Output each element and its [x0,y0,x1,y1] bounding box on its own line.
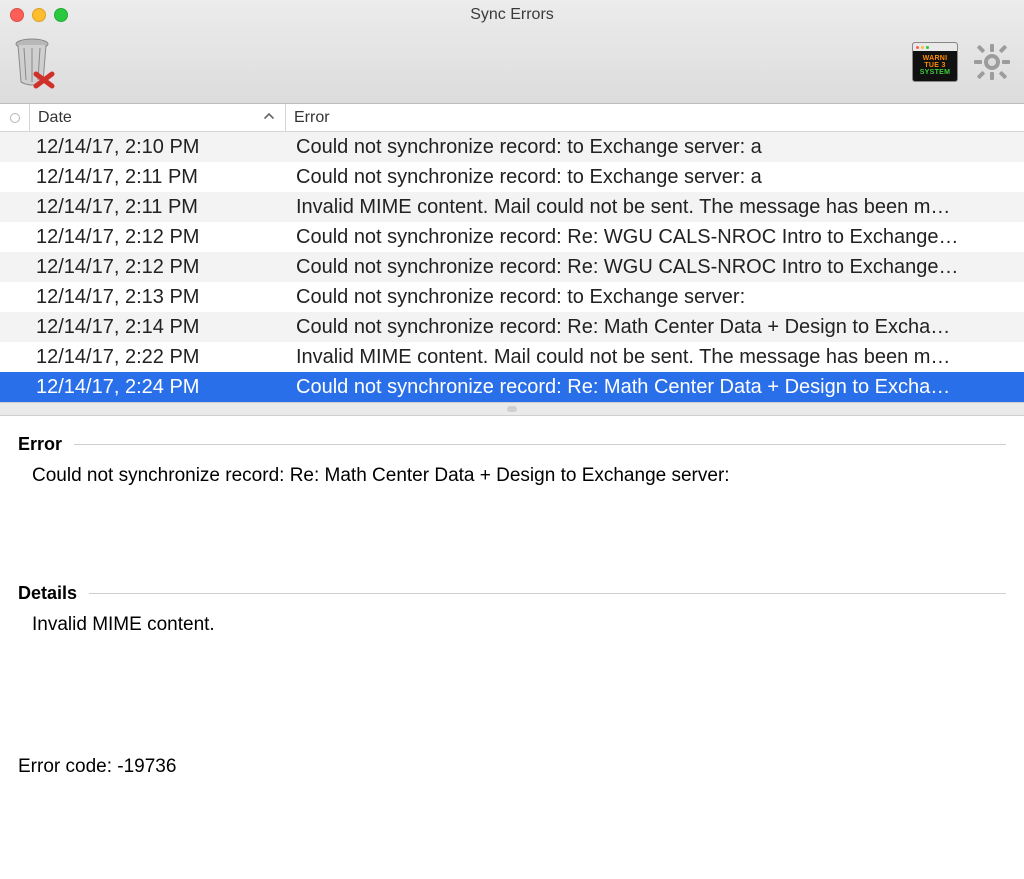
table-row[interactable]: 12/14/17, 2:10 PM Could not synchronize … [0,132,1024,162]
error-code-label: Error code: -19736 [18,756,1006,778]
table-row[interactable]: 12/14/17, 2:11 PM Could not synchronize … [0,162,1024,192]
settings-button[interactable] [970,40,1014,84]
cell-error: Could not synchronize record: to Exchang… [286,286,1012,309]
details-section-heading: Details [18,583,1006,604]
cell-error: Could not synchronize record: to Exchang… [286,136,1012,159]
table-row[interactable]: 12/14/17, 2:13 PM Could not synchronize … [0,282,1024,312]
table-row[interactable]: 12/14/17, 2:11 PM Invalid MIME content. … [0,192,1024,222]
cell-error: Could not synchronize record: Re: Math C… [286,376,1012,399]
details-heading-label: Details [18,583,77,604]
table-row[interactable]: 12/14/17, 2:12 PM Could not synchronize … [0,252,1024,282]
error-detail-text: Could not synchronize record: Re: Math C… [18,465,1006,487]
cell-error: Could not synchronize record: Re: WGU CA… [286,256,1012,279]
window-title: Sync Errors [0,6,1024,24]
sort-ascending-icon [263,109,275,127]
error-table: 12/14/17, 2:10 PM Could not synchronize … [0,132,1024,402]
cell-date: 12/14/17, 2:12 PM [30,256,286,279]
table-row[interactable]: 12/14/17, 2:12 PM Could not synchronize … [0,222,1024,252]
cell-date: 12/14/17, 2:12 PM [30,226,286,249]
cell-error: Invalid MIME content. Mail could not be … [286,346,1012,369]
details-text: Invalid MIME content. [18,614,1006,636]
cell-date: 12/14/17, 2:10 PM [30,136,286,159]
cell-error: Invalid MIME content. Mail could not be … [286,196,1012,219]
pane-splitter[interactable] [0,402,1024,416]
cell-error: Could not synchronize record: to Exchang… [286,166,1012,189]
cell-date: 12/14/17, 2:11 PM [30,196,286,219]
column-header-status[interactable] [0,104,30,131]
table-row[interactable]: 12/14/17, 2:24 PM Could not synchronize … [0,372,1024,402]
table-row[interactable]: 12/14/17, 2:14 PM Could not synchronize … [0,312,1024,342]
error-section-heading: Error [18,434,1006,455]
delete-button[interactable] [6,34,58,90]
cell-error: Could not synchronize record: Re: WGU CA… [286,226,1012,249]
column-header-error-label: Error [294,109,330,127]
table-header: Date Error [0,104,1024,132]
table-row[interactable]: 12/14/17, 2:22 PM Invalid MIME content. … [0,342,1024,372]
cell-date: 12/14/17, 2:22 PM [30,346,286,369]
cell-date: 12/14/17, 2:13 PM [30,286,286,309]
column-header-date[interactable]: Date [30,104,286,131]
status-dot-icon [10,113,20,123]
titlebar: Sync Errors WARNITUE 3SYSTEM [0,0,1024,104]
error-heading-label: Error [18,434,62,455]
cell-error: Could not synchronize record: Re: Math C… [286,316,1012,339]
splitter-grip-icon [507,406,517,412]
column-header-error[interactable]: Error [286,104,1024,131]
detail-pane: Error Could not synchronize record: Re: … [0,416,1024,788]
warnings-button[interactable]: WARNITUE 3SYSTEM [912,42,958,82]
cell-date: 12/14/17, 2:14 PM [30,316,286,339]
cell-date: 12/14/17, 2:24 PM [30,376,286,399]
cell-date: 12/14/17, 2:11 PM [30,166,286,189]
column-header-date-label: Date [38,109,72,127]
